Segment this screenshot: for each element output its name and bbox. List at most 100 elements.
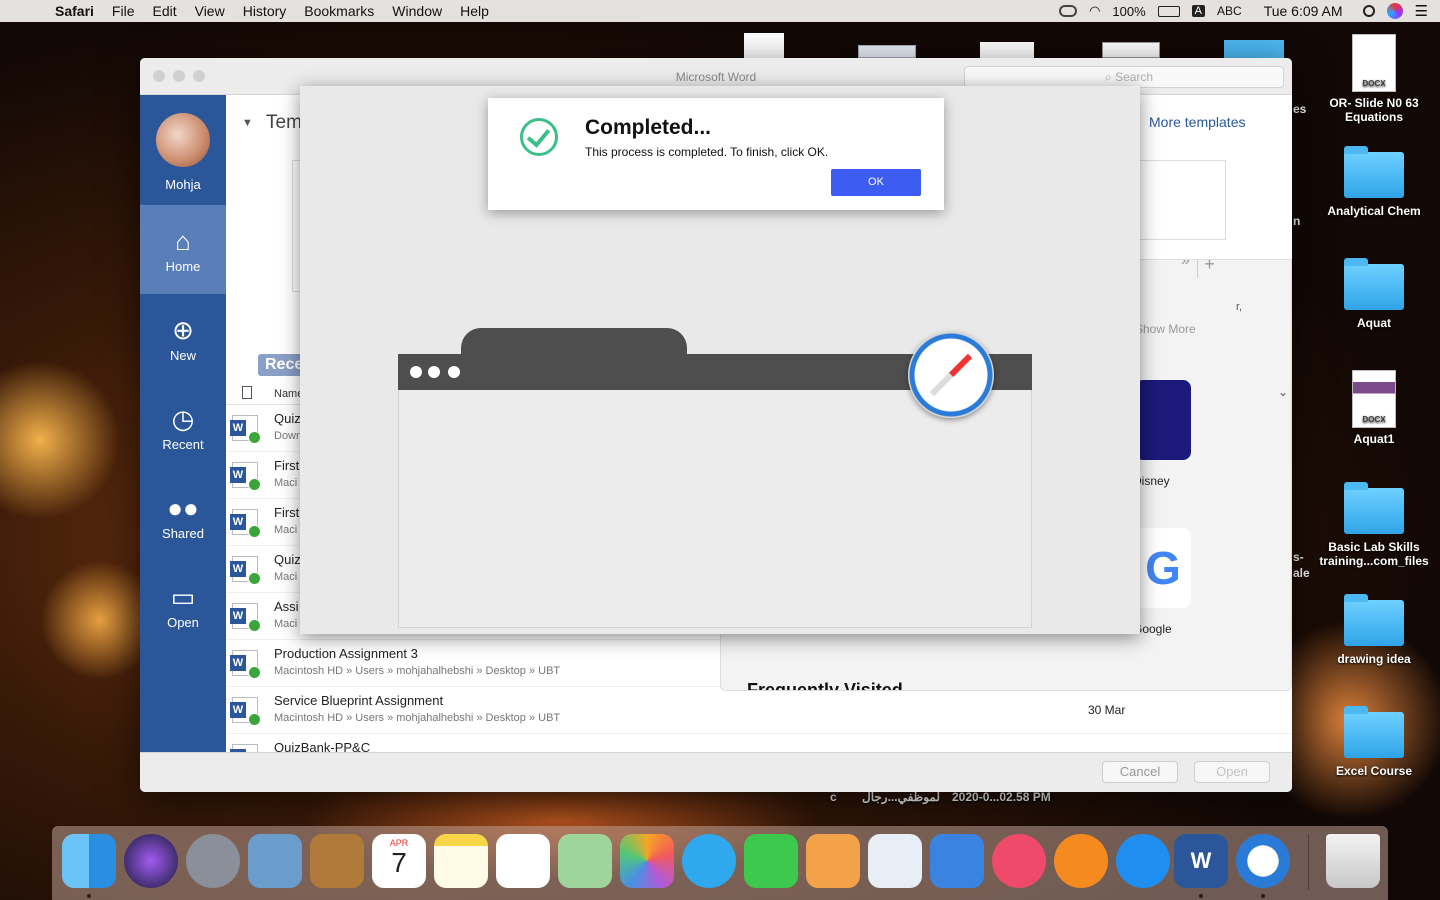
sidebar-item-home[interactable]: ⌂ Home [140,205,226,294]
docx-file-icon: DOCX [1352,34,1396,92]
desktop-bottom-letter: c [830,790,837,804]
row-path: Maci [274,618,298,630]
desktop-item-label: OR- Slide N0 63 Equations [1329,96,1419,124]
desktop-item-basic-lab[interactable]: Basic Lab Skills training...com_files [1319,482,1429,568]
dock-calendar-icon[interactable]: APR 7 [372,834,426,888]
dock-reminders-icon[interactable] [496,834,550,888]
battery-percent[interactable]: 100% [1112,4,1145,19]
google-favorite[interactable]: G [1135,528,1191,608]
dock-photos-icon[interactable] [620,834,674,888]
desktop-thumbnail[interactable] [980,42,1034,58]
ok-button[interactable]: OK [831,169,921,196]
notification-center-icon[interactable]: ☰ [1415,2,1428,20]
dock-trash-icon[interactable] [1326,834,1380,888]
desktop-item-drawing-idea[interactable]: drawing idea [1319,594,1429,666]
row-title: First [274,505,300,520]
template-card[interactable] [1136,160,1226,240]
menu-help[interactable]: Help [451,0,498,22]
input-source-icon[interactable]: A [1191,5,1205,17]
dropdown-chevron-icon[interactable]: ⌄ [1278,385,1288,399]
desktop-item-or-slide[interactable]: DOCX OR- Slide N0 63 Equations [1319,34,1429,124]
dock-messages-icon[interactable] [682,834,736,888]
recent-document-row[interactable]: Service Blueprint Assignment Macintosh H… [226,687,1292,734]
dock-maps-icon[interactable] [558,834,612,888]
tab-overview-icon[interactable]: » [1181,260,1190,270]
running-indicator [1261,894,1265,898]
desktop-partial-label: s- [1293,550,1304,564]
more-templates-link[interactable]: More templates [1149,114,1245,130]
dock-pages-icon[interactable] [806,834,860,888]
menu-bar: Safari File Edit View History Bookmarks … [0,0,1440,22]
clock[interactable]: Tue 6:09 AM [1264,3,1343,19]
desktop-item-label: drawing idea [1337,652,1411,666]
desktop-bottom-file[interactable]: 2020-0...02.58 PM [952,790,1051,804]
desktop-item-aquat1[interactable]: DOCX Aquat1 [1319,370,1429,446]
input-source-label[interactable]: ABC [1217,4,1242,18]
row-title: Quiz [274,411,301,426]
search-input[interactable]: ⌕ Search [964,66,1284,88]
dock-keynote-icon[interactable] [930,834,984,888]
folder-icon [1344,482,1404,534]
sidebar-item-recent[interactable]: ◷ Recent [140,383,226,472]
dock-facetime-icon[interactable] [744,834,798,888]
menu-app-name[interactable]: Safari [46,0,103,22]
menu-view[interactable]: View [186,0,234,22]
word-document-icon [230,603,261,632]
desktop-item-excel-course[interactable]: Excel Course [1319,706,1429,778]
templates-toggle-icon[interactable]: ▼ [242,117,253,129]
desktop-thumbnail[interactable] [858,45,916,58]
desktop-thumbnail[interactable] [1224,40,1284,58]
desktop-item-aquat[interactable]: Aquat [1319,258,1429,330]
desktop-item-analytical-chem[interactable]: Analytical Chem [1319,146,1429,218]
dock-music-icon[interactable] [992,834,1046,888]
folder-icon: ▭ [170,582,196,612]
dock-contacts-icon[interactable] [310,834,364,888]
new-tab-button[interactable]: + [1197,260,1221,278]
word-document-icon [230,697,261,726]
dock-finder-icon[interactable] [62,834,116,888]
menu-bookmarks[interactable]: Bookmarks [295,0,383,22]
apple-menu-icon[interactable] [20,3,34,19]
sidebar-item-shared[interactable]: ●● Shared [140,472,226,561]
cancel-button[interactable]: Cancel [1102,761,1178,783]
dock-preview-icon[interactable] [248,834,302,888]
sidebar: Mohja ⌂ Home ⊕ New ◷ Recent ●● Shared ▭ … [140,95,226,792]
window-dot [448,366,460,378]
open-button[interactable]: Open [1194,761,1270,783]
desktop-item-label: Excel Course [1335,764,1413,778]
dock-app-store-icon[interactable] [1116,834,1170,888]
new-document-icon: ⊕ [172,315,194,345]
background-light [0,360,120,520]
menu-file[interactable]: File [103,0,144,22]
row-path: Maci [274,477,298,489]
dock-launchpad-icon[interactable] [186,834,240,888]
column-name[interactable]: Name [274,388,303,400]
menu-window[interactable]: Window [383,0,451,22]
wifi-icon[interactable]: ◠ [1089,3,1100,19]
siri-icon[interactable] [1386,3,1403,19]
word-document-icon [230,650,261,679]
dock-books-icon[interactable] [1054,834,1108,888]
creative-cloud-icon[interactable] [1059,5,1078,17]
sidebar-item-open[interactable]: ▭ Open [140,561,226,650]
recent-tab[interactable]: Rece [258,354,306,376]
sidebar-user[interactable]: Mohja [140,95,226,205]
menu-history[interactable]: History [234,0,296,22]
dock-word-icon[interactable]: W [1174,834,1228,888]
spotlight-icon[interactable] [1362,5,1375,17]
row-path: Macintosh HD » Users » mohjahalhebshi » … [274,665,561,677]
dock-notes-icon[interactable] [434,834,488,888]
window-dot [410,366,422,378]
desktop-thumbnail[interactable] [744,33,784,58]
sidebar-item-new[interactable]: ⊕ New [140,294,226,383]
menu-edit[interactable]: Edit [143,0,185,22]
dock-siri-icon[interactable] [124,834,178,888]
battery-icon[interactable] [1157,5,1180,17]
desktop-thumbnail[interactable] [1102,42,1160,58]
dock-numbers-icon[interactable] [868,834,922,888]
show-more-link[interactable]: Show More [1135,322,1196,336]
disney-favorite[interactable] [1135,380,1191,460]
dialog-title: Completed... [585,116,712,139]
dock-safari-icon[interactable] [1236,834,1290,888]
clock-icon: ◷ [171,404,195,434]
